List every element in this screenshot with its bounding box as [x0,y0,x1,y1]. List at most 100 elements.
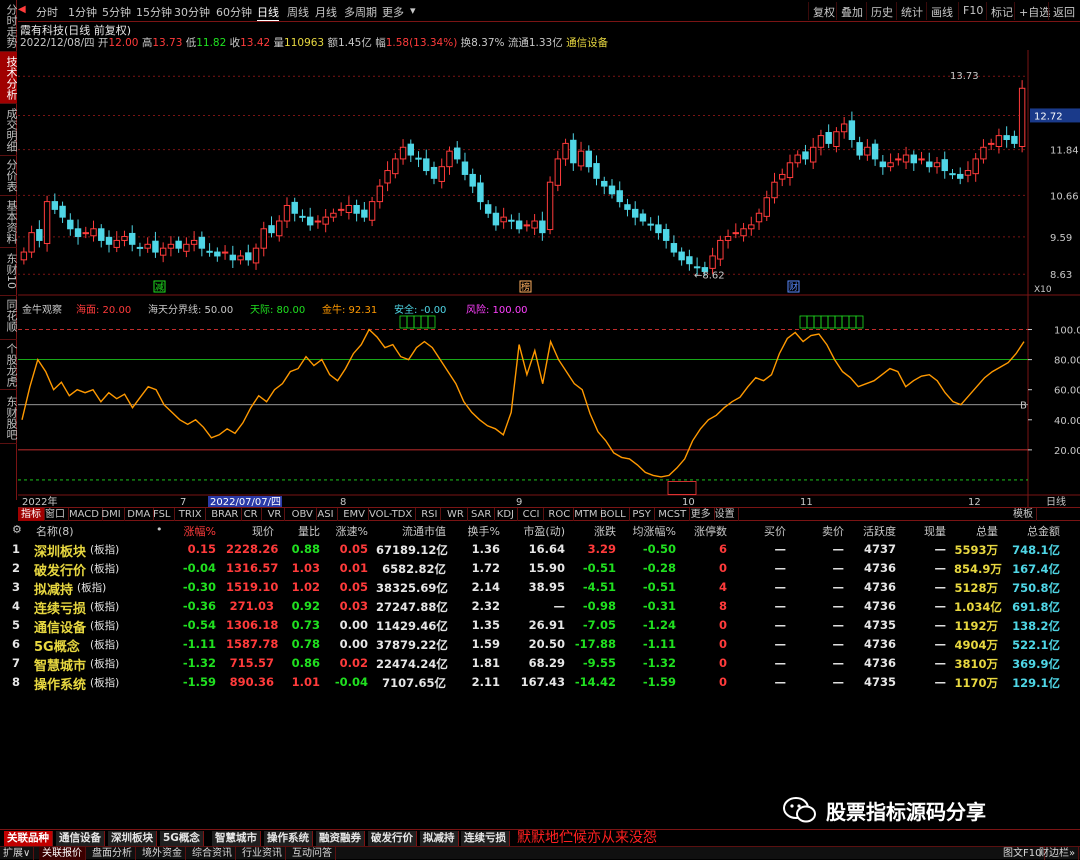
quote-industry[interactable]: 通信设备 [566,37,608,49]
period-tab-6[interactable]: 日线 [257,4,279,21]
top-button-4[interactable]: 画线 [926,2,957,20]
related-tab-2[interactable]: 深圳板块 [108,831,157,846]
candle-body[interactable] [1003,135,1010,141]
candle-body[interactable] [771,181,778,199]
candle-body[interactable] [461,161,469,175]
candle-body[interactable] [655,224,662,234]
candle-body[interactable] [291,201,298,214]
related-tab-4[interactable]: 智慧城市 [212,831,261,846]
candle-body[interactable] [337,208,345,211]
related-tab-0[interactable]: 关联品种 [4,831,53,846]
candle-body[interactable] [531,220,538,229]
table-row[interactable]: 4 连续亏损 (板指) -0.36 271.03 0.92 0.03 27247.88亿 2.3… [0,597,1080,617]
column-header[interactable]: 总金额 [1010,523,1060,539]
indicator-tab-0[interactable]: 指标 [18,508,45,521]
candle-body[interactable] [74,228,82,238]
sector-name[interactable]: 操作系统 [34,674,86,693]
extension-tab-2[interactable]: 盘面分析 [89,847,136,860]
candle-body[interactable] [871,143,879,160]
candle-body[interactable] [322,216,329,225]
extension-tab-0[interactable]: 扩展∨ [0,847,35,860]
candle-body[interactable] [670,243,678,253]
candle-body[interactable] [639,213,647,222]
indicator-tab-6[interactable]: TRIX [176,508,206,521]
sector-name[interactable]: 5G概念 [34,636,80,655]
indicator-tab-23[interactable]: MCST [655,508,691,521]
candle-body[interactable] [647,223,654,226]
candle-body[interactable] [82,232,89,235]
candle-body[interactable] [214,251,221,257]
top-button-3[interactable]: 统计 [896,2,927,20]
candle-body[interactable] [515,220,523,230]
candle-body[interactable] [833,131,840,147]
candle-body[interactable] [392,158,399,175]
indicator-tab-22[interactable]: PSY [629,508,655,521]
candle-body[interactable] [98,228,105,241]
candle-body[interactable] [949,173,956,176]
candle-body[interactable] [136,246,144,249]
candle-body[interactable] [121,236,128,241]
period-tab-2[interactable]: 5分钟 [102,4,131,20]
candle-body[interactable] [941,159,948,172]
indicator-tab-5[interactable]: FSL [150,508,175,521]
column-header[interactable]: 名称(8) [36,523,76,539]
candle-body[interactable] [237,255,244,261]
indicator-tab-17[interactable]: KDJ [494,508,519,521]
left-tab-8[interactable]: 东财股吧 [0,392,18,444]
column-header[interactable]: 量比 [278,523,320,539]
candle-body[interactable] [864,146,871,156]
candle-body[interactable] [330,212,337,218]
left-tab-7[interactable]: 个股龙虎 [0,340,18,390]
candle-body[interactable] [469,173,476,187]
related-tab-9[interactable]: 连续亏损 [461,831,510,846]
column-header[interactable]: 换手% [456,523,500,539]
extension-tab-6[interactable]: 互动问答 [289,847,336,860]
candle-body[interactable] [20,251,28,261]
table-row[interactable]: 2 破发行价 (板指) -0.04 1316.57 1.03 0.01 6582.82亿 1.7… [0,559,1080,579]
candle-body[interactable] [59,205,66,218]
period-tab-4[interactable]: 30分钟 [174,4,210,20]
collapse-arrow-icon[interactable]: ◀ [18,4,26,15]
candle-body[interactable] [794,154,801,164]
sector-name[interactable]: 智慧城市 [34,655,86,674]
candle-body[interactable] [887,162,894,168]
period-tab-8[interactable]: 月线 [315,4,337,20]
table-row[interactable]: 8 操作系统 (板指) -1.59 890.36 1.01 -0.04 7107.65亿 2.1… [0,673,1080,693]
extension-tab-3[interactable]: 境外资金 [139,847,186,860]
candle-body[interactable] [423,158,430,172]
candle-body[interactable] [763,197,770,217]
period-tab-10[interactable]: 更多 [382,4,404,20]
column-header[interactable]: 买价 [746,523,786,539]
top-button-8[interactable]: 返回 [1048,2,1079,20]
candle-body[interactable] [183,243,190,252]
candle-body[interactable] [128,232,136,245]
left-tab-2[interactable]: 成交明细 [0,104,18,156]
period-tab-3[interactable]: 15分钟 [136,4,172,20]
candle-body[interactable] [732,232,740,235]
table-row[interactable]: 6 5G概念 (板指) -1.11 1587.78 0.78 0.00 37879.22亿 1.… [0,635,1080,655]
candle-body[interactable] [585,150,592,168]
bottom-right-button-1[interactable]: 财边栏» [1036,847,1080,860]
left-tab-3[interactable]: 分价表 [0,156,18,196]
indicator-tab-11[interactable]: ASI [314,508,338,521]
candle-body[interactable] [972,158,979,175]
indicator-tab-21[interactable]: BOLL [597,508,630,521]
period-tab-7[interactable]: 周线 [287,4,309,20]
candle-body[interactable] [802,151,809,160]
candle-body[interactable] [678,251,685,261]
column-header[interactable]: 总量 [954,523,998,539]
candle-body[interactable] [299,215,306,218]
top-button-5[interactable]: F10 [958,2,987,20]
candle-body[interactable] [484,204,492,214]
related-tab-3[interactable]: 5G概念 [160,831,204,846]
candle-body[interactable] [407,143,415,156]
column-header[interactable]: 均涨幅% [624,523,676,539]
candle-body[interactable] [306,216,314,226]
indicator-tab-13[interactable]: VOL-TDX [366,508,417,521]
candle-body[interactable] [523,224,531,227]
candle-body[interactable] [724,236,732,241]
candle-body[interactable] [809,146,817,163]
candle-body[interactable] [995,135,1003,147]
candle-body[interactable] [90,228,97,237]
candle-body[interactable] [554,158,562,186]
